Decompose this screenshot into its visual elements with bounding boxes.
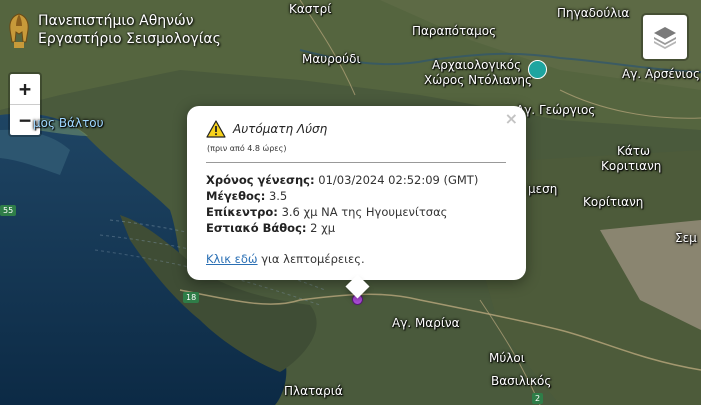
helmet-logo-icon (9, 13, 29, 48)
place-pigadoulia: Πηγαδούλια (557, 6, 630, 20)
warning-icon (206, 120, 226, 138)
place-limni-valtou: μος Βάλτου (33, 116, 104, 130)
satellite-map[interactable]: Πανεπιστήμιο Αθηνών Εργαστήριο Σεισμολογ… (0, 0, 701, 405)
lab-branding: Πανεπιστήμιο Αθηνών Εργαστήριο Σεισμολογ… (6, 12, 221, 52)
place-vasilikos: Βασιλικός (491, 374, 552, 388)
origin-time-row: Χρόνος γένεσης: 01/03/2024 02:52:09 (GMT… (206, 172, 478, 188)
layers-button[interactable] (641, 13, 689, 61)
place-ag-arsenios: Αγ. Αρσένιος (622, 67, 701, 81)
epicenter-value: 3.6 χμ ΝΑ της Ηγουμενίτσας (277, 205, 448, 219)
place-arch-line2: Χώρος Ντόλιανης (424, 73, 533, 87)
popup-details: Χρόνος γένεσης: 01/03/2024 02:52:09 (GMT… (206, 172, 478, 236)
place-koritiani: Κορίτιανη (583, 195, 644, 209)
popup-time-ago: (πριν από 4.8 ώρες) (207, 144, 287, 153)
place-myloi: Μύλοι (489, 351, 525, 365)
place-kato: Κάτω (617, 144, 651, 158)
popup-close-button[interactable]: × (505, 109, 518, 128)
details-link[interactable]: Κλικ εδώ (206, 252, 258, 266)
epicenter-label: Επίκεντρο: (206, 205, 278, 219)
depth-label: Εστιακό Βάθος: (206, 221, 307, 235)
layers-icon (654, 27, 676, 49)
magnitude-value: 3.5 (265, 189, 288, 203)
place-paparotamos: Παραπόταμος (412, 24, 497, 38)
origin-time-value: 01/03/2024 02:52:09 (GMT) (314, 173, 479, 187)
brand-line-1: Πανεπιστήμιο Αθηνών (38, 13, 194, 29)
place-mesi: μεση (528, 182, 558, 196)
epicenter-row: Επίκεντρο: 3.6 χμ ΝΑ της Ηγουμενίτσας (206, 204, 478, 220)
magnitude-row: Μέγεθος: 3.5 (206, 188, 478, 204)
event-popup: × Αυτόματη Λύση (πριν από 4.8 ώρες) Χρόν… (187, 106, 526, 299)
place-kastri: Καστρί (289, 2, 332, 16)
origin-time-label: Χρόνος γένεσης: (206, 173, 315, 187)
details-line: Κλικ εδώ για λεπτομέρειες. (206, 252, 365, 266)
place-semi: Σεμ (675, 231, 697, 245)
place-mavroudi: Μαυρούδι (302, 52, 361, 66)
road-shield-2: 2 (532, 393, 544, 404)
place-ag-marina: Αγ. Μαρίνα (392, 316, 460, 330)
place-ag-georgios: Αγ. Γεώργιος (516, 103, 596, 117)
details-suffix: για λεπτομέρειες. (257, 252, 365, 266)
place-koritiani-lower: Κοριτιανη (601, 159, 662, 173)
depth-value: 2 χμ (306, 221, 336, 235)
magnitude-label: Μέγεθος: (206, 189, 266, 203)
popup-divider (206, 162, 506, 163)
road-shield-18: 18 (183, 292, 200, 303)
brand-line-2: Εργαστήριο Σεισμολογίας (38, 31, 221, 47)
road-shield-55: 55 (0, 205, 17, 216)
place-arch-line1: Αρχαιολογικός (432, 58, 522, 72)
popup-header: Αυτόματη Λύση (206, 120, 327, 138)
zoom-in-button[interactable]: + (10, 74, 40, 105)
popup-title: Αυτόματη Λύση (233, 122, 328, 136)
depth-row: Εστιακό Βάθος: 2 χμ (206, 220, 478, 236)
place-platariá: Πλαταριά (284, 384, 343, 398)
